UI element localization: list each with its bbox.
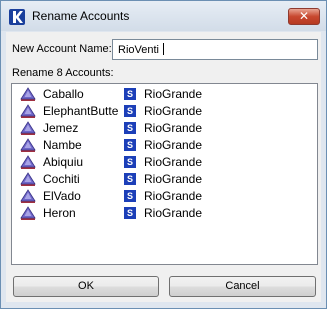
storage-badge: S bbox=[124, 190, 136, 202]
list-item[interactable]: ElVado S RioGrande bbox=[12, 188, 312, 205]
storage-badge: S bbox=[124, 173, 136, 185]
close-icon: ✕ bbox=[298, 9, 310, 23]
close-button[interactable]: ✕ bbox=[288, 8, 320, 25]
account-name: Cochiti bbox=[43, 172, 80, 186]
reservoir-icon bbox=[20, 104, 36, 118]
list-item[interactable]: ElephantButte S RioGrande bbox=[12, 103, 312, 120]
basin-name: RioGrande bbox=[144, 206, 203, 220]
storage-badge: S bbox=[124, 88, 136, 100]
window-title: Rename Accounts bbox=[32, 9, 130, 23]
account-name: Caballo bbox=[43, 87, 84, 101]
basin-name: RioGrande bbox=[144, 155, 203, 169]
reservoir-icon bbox=[20, 121, 36, 135]
storage-badge: S bbox=[124, 207, 136, 219]
list-item[interactable]: Caballo S RioGrande bbox=[12, 86, 312, 103]
account-name: Jemez bbox=[43, 121, 79, 135]
cancel-button[interactable]: Cancel bbox=[169, 276, 316, 297]
reservoir-icon bbox=[20, 189, 36, 203]
reservoir-icon bbox=[20, 155, 36, 169]
account-name: ElephantButte bbox=[43, 104, 119, 118]
account-name: Heron bbox=[43, 206, 76, 220]
new-account-name-input[interactable]: RioVenti bbox=[112, 39, 318, 60]
app-logo-icon bbox=[9, 9, 25, 25]
basin-name: RioGrande bbox=[144, 87, 203, 101]
list-item[interactable]: Jemez S RioGrande bbox=[12, 120, 312, 137]
basin-name: RioGrande bbox=[144, 138, 203, 152]
basin-name: RioGrande bbox=[144, 104, 203, 118]
list-item[interactable]: Abiquiu S RioGrande bbox=[12, 154, 312, 171]
account-name: Nambe bbox=[43, 138, 82, 152]
text-caret bbox=[162, 43, 164, 55]
new-account-name-label: New Account Name: bbox=[12, 43, 112, 55]
reservoir-icon bbox=[20, 87, 36, 101]
storage-badge: S bbox=[124, 139, 136, 151]
basin-name: RioGrande bbox=[144, 172, 203, 186]
storage-badge: S bbox=[124, 156, 136, 168]
ok-button[interactable]: OK bbox=[13, 276, 159, 297]
dialog-body: New Account Name: RioVenti Rename 8 Acco… bbox=[6, 32, 321, 302]
account-name: ElVado bbox=[43, 189, 81, 203]
reservoir-icon bbox=[20, 172, 36, 186]
basin-name: RioGrande bbox=[144, 189, 203, 203]
list-item[interactable]: Nambe S RioGrande bbox=[12, 137, 312, 154]
new-account-name-value: RioVenti bbox=[118, 44, 159, 56]
reservoir-icon bbox=[20, 206, 36, 220]
accounts-list[interactable]: Caballo S RioGrande ElephantButte S RioGrande… bbox=[11, 83, 318, 265]
rename-accounts-dialog: Rename Accounts ✕ New Account Name: RioV… bbox=[0, 0, 327, 309]
storage-badge: S bbox=[124, 105, 136, 117]
title-bar[interactable]: Rename Accounts ✕ bbox=[1, 1, 326, 31]
list-item[interactable]: Heron S RioGrande bbox=[12, 205, 312, 222]
basin-name: RioGrande bbox=[144, 121, 203, 135]
list-item[interactable]: Cochiti S RioGrande bbox=[12, 171, 312, 188]
reservoir-icon bbox=[20, 138, 36, 152]
account-name: Abiquiu bbox=[43, 155, 84, 169]
rename-count-label: Rename 8 Accounts: bbox=[12, 67, 114, 79]
storage-badge: S bbox=[124, 122, 136, 134]
